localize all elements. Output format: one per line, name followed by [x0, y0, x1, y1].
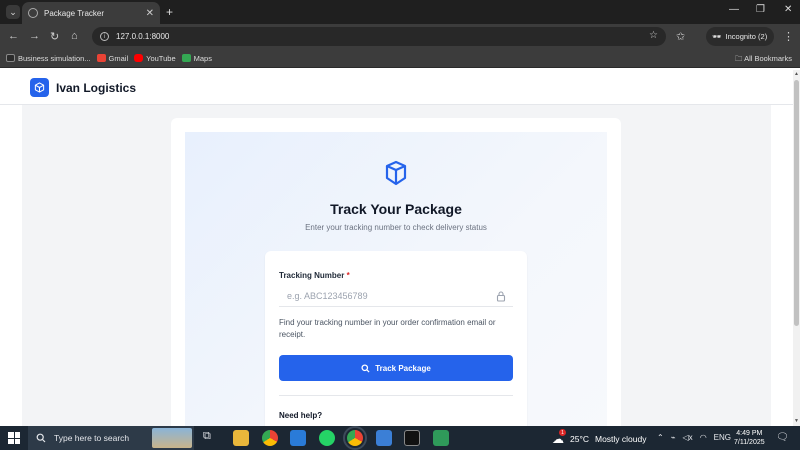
- tab-title: Package Tracker: [44, 8, 105, 18]
- forward-icon[interactable]: →: [29, 30, 40, 42]
- search-icon: [361, 363, 370, 373]
- brand-name[interactable]: Ivan Logistics: [56, 81, 136, 95]
- scrollbar-thumb[interactable]: [794, 80, 799, 326]
- page-scrollbar[interactable]: ▲ ▼: [793, 70, 800, 426]
- bookmark-star-icon[interactable]: ☆: [649, 30, 658, 41]
- form-divider: [279, 395, 513, 396]
- all-bookmarks-label: All Bookmarks: [744, 54, 792, 63]
- favicon-icon: [28, 8, 38, 18]
- bookmark-business-sim[interactable]: Business simulation...: [6, 54, 91, 63]
- bookmark-label: Business simulation...: [18, 53, 91, 63]
- all-bookmarks-button[interactable]: 🗀 All Bookmarks: [735, 53, 792, 66]
- clock-time: 4:49 PM: [736, 430, 763, 437]
- task-view-icon[interactable]: ⧉: [203, 430, 219, 446]
- search-icon: [36, 433, 46, 443]
- bookmark-youtube[interactable]: YouTube: [134, 53, 176, 63]
- maps-icon: [181, 54, 191, 62]
- paint-icon[interactable]: [376, 430, 392, 446]
- bookmark-gmail[interactable]: Gmail: [96, 53, 129, 63]
- incognito-badge[interactable]: 🕶 Incognito (2): [706, 27, 774, 46]
- file-explorer-icon[interactable]: [233, 430, 249, 446]
- vscode-icon[interactable]: [290, 430, 306, 446]
- page-subtitle: Enter your tracking number to check deli…: [305, 223, 487, 232]
- tracking-number-label-text: Tracking Number: [279, 271, 345, 280]
- incognito-icon: 🕶: [712, 32, 722, 41]
- logo-icon[interactable]: [30, 78, 49, 97]
- browser-tab-bar: ⌄ Package Tracker ✕ + — ❐ ✕: [0, 0, 800, 24]
- lock-icon: [496, 291, 506, 302]
- bookmark-label: YouTube: [146, 53, 176, 63]
- bookmark-label: Maps: [193, 53, 212, 63]
- youtube-icon: [134, 54, 144, 62]
- new-tab-button[interactable]: +: [166, 5, 173, 19]
- network-icon[interactable]: ⌁: [671, 433, 676, 442]
- page-viewport: Ivan Logistics Track Your Package Enter …: [0, 70, 793, 426]
- bookmark-maps[interactable]: Maps: [181, 53, 212, 63]
- weather-badge: 1: [559, 429, 566, 436]
- weather-widget[interactable]: ☁ 1 25°C Mostly cloudy: [552, 429, 647, 446]
- scroll-down-icon[interactable]: ▼: [794, 418, 799, 424]
- volume-icon[interactable]: ◁x: [683, 433, 693, 442]
- page-title: Track Your Package: [330, 201, 462, 217]
- app-icon[interactable]: [433, 430, 449, 446]
- folder-icon: 🗀: [734, 54, 743, 63]
- chrome-active-icon[interactable]: [343, 426, 367, 450]
- cloud-icon: ☁ 1: [552, 429, 566, 446]
- minimize-button[interactable]: —: [729, 4, 739, 15]
- taskbar-clock[interactable]: 4:49 PM 7/11/2025: [734, 429, 765, 447]
- tracking-number-input[interactable]: [279, 285, 513, 307]
- language-indicator[interactable]: ENG: [714, 433, 731, 442]
- tracking-form: Tracking Number * Find your tracking num…: [265, 251, 527, 426]
- site-info-icon[interactable]: i: [100, 32, 109, 41]
- right-gutter: [771, 105, 793, 426]
- required-mark: *: [346, 271, 350, 280]
- restore-button[interactable]: ❐: [756, 4, 765, 15]
- url-text: 127.0.0.1:8000: [116, 32, 170, 41]
- weather-desc: Mostly cloudy: [595, 434, 647, 444]
- bookmark-label: Gmail: [108, 53, 129, 63]
- reload-icon[interactable]: ↻: [50, 30, 59, 43]
- taskbar-search-box[interactable]: Type here to search: [28, 426, 194, 450]
- bookmarks-bar: Business simulation... Gmail YouTube Map…: [0, 49, 800, 68]
- clock-date: 7/11/2025: [734, 439, 765, 446]
- tracking-help-text: Find your tracking number in your order …: [279, 318, 496, 339]
- site-header: Ivan Logistics: [0, 70, 793, 105]
- windows-taskbar: Type here to search ⧉ ☁ 1 25°C Mostly clo…: [0, 426, 800, 450]
- back-icon[interactable]: ←: [8, 30, 19, 42]
- browser-toolbar: ← → ↻ ⌂ i 127.0.0.1:8000 ☆ ✩ 🕶 Incognito…: [0, 24, 800, 49]
- track-package-button[interactable]: Track Package: [279, 355, 513, 381]
- gmail-icon: [96, 54, 106, 62]
- sc-icon: [6, 54, 15, 62]
- wifi-icon[interactable]: ◠: [700, 433, 707, 442]
- menu-icon[interactable]: ⋮: [783, 30, 794, 43]
- weather-temp: 25°C: [570, 434, 589, 444]
- incognito-label: Incognito (2): [725, 32, 768, 41]
- system-tray: ⌃ ⌁ ◁x ◠ ENG: [657, 433, 731, 442]
- extensions-icon[interactable]: ✩: [676, 30, 685, 43]
- search-highlight-image: [152, 428, 192, 448]
- tab-package-tracker[interactable]: Package Tracker ✕: [22, 2, 160, 24]
- notification-icon[interactable]: 🗨: [776, 432, 789, 443]
- tab-search-button[interactable]: ⌄: [6, 5, 20, 19]
- track-package-label: Track Package: [375, 363, 431, 373]
- terminal-icon[interactable]: [404, 430, 420, 446]
- whatsapp-icon[interactable]: [319, 430, 335, 446]
- tracker-card: Track Your Package Enter your tracking n…: [171, 118, 621, 426]
- windows-start-icon[interactable]: [8, 432, 20, 444]
- close-tab-icon[interactable]: ✕: [146, 8, 154, 19]
- scroll-up-icon[interactable]: ▲: [794, 71, 799, 77]
- close-window-button[interactable]: ✕: [784, 4, 792, 15]
- tracking-number-label: Tracking Number *: [279, 271, 350, 280]
- need-help-heading: Need help?: [279, 411, 323, 420]
- chrome-icon[interactable]: [262, 430, 278, 446]
- chevron-up-icon[interactable]: ⌃: [657, 433, 664, 442]
- taskbar-search-placeholder: Type here to search: [54, 433, 130, 443]
- home-icon[interactable]: ⌂: [71, 30, 78, 42]
- address-bar[interactable]: i 127.0.0.1:8000 ☆: [92, 27, 666, 46]
- tracker-hero: Track Your Package Enter your tracking n…: [185, 132, 607, 426]
- package-icon: [385, 160, 407, 186]
- left-gutter: [0, 105, 22, 426]
